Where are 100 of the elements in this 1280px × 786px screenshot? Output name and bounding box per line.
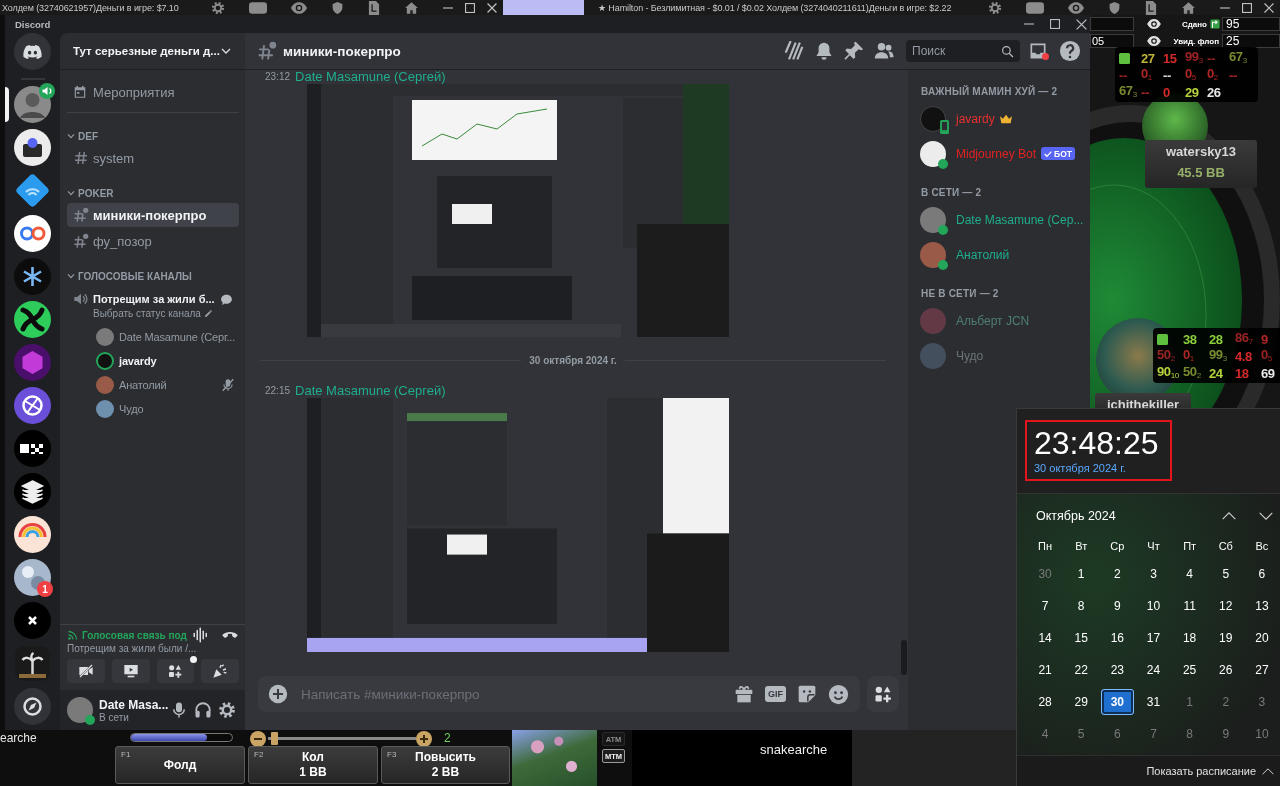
calendar-day[interactable]: 30 xyxy=(1100,689,1134,715)
voice-user-name[interactable]: Анатолий xyxy=(119,379,167,391)
chevron-up-icon[interactable] xyxy=(1222,512,1236,520)
slider-thumb[interactable] xyxy=(270,732,278,745)
server-icon[interactable] xyxy=(14,430,51,467)
calendar-day[interactable]: 5 xyxy=(1209,561,1243,587)
toggle-icon[interactable] xyxy=(1026,1,1044,14)
headphones-icon[interactable] xyxy=(194,701,212,719)
chevron-down-icon[interactable] xyxy=(1259,512,1273,520)
channel-status-hint[interactable]: Выбрать статус канала xyxy=(93,307,201,319)
voice-status[interactable]: Голосовая связь под xyxy=(82,629,187,641)
voice-channel-path[interactable]: Потрещим за жили были /... xyxy=(67,642,239,656)
calendar-day[interactable]: 15 xyxy=(1064,625,1098,651)
calendar-day[interactable]: 27 xyxy=(1245,657,1279,683)
calendar-day[interactable]: 6 xyxy=(1245,561,1279,587)
calendar-day[interactable]: 10 xyxy=(1137,593,1170,619)
logo-icon[interactable] xyxy=(14,33,51,70)
plus-icon[interactable] xyxy=(416,731,432,747)
calendar-day[interactable]: 9 xyxy=(1100,593,1134,619)
home-icon[interactable] xyxy=(404,0,419,15)
soundboard-button[interactable] xyxy=(201,659,239,683)
message-input[interactable]: Написать #миники-покерпро xyxy=(301,684,715,704)
bell-icon[interactable] xyxy=(814,41,834,61)
voice-user-name[interactable]: Date Masamune (Серг... xyxy=(119,331,236,343)
toggle-icon[interactable] xyxy=(249,1,267,14)
member-name[interactable]: Анатолий xyxy=(956,247,1010,262)
calendar-day[interactable]: 29 xyxy=(1064,689,1098,715)
document-icon[interactable] xyxy=(368,0,380,15)
calendar-day[interactable]: 8 xyxy=(1173,721,1207,747)
calendar-day[interactable]: 11 xyxy=(1173,593,1207,619)
eye-icon[interactable] xyxy=(1147,36,1161,46)
calendar-day[interactable]: 13 xyxy=(1245,593,1279,619)
calendar-day[interactable]: 22 xyxy=(1064,657,1098,683)
server-icon[interactable] xyxy=(14,645,51,682)
calendar-day[interactable]: 8 xyxy=(1064,593,1098,619)
calendar-day[interactable]: 3 xyxy=(1137,561,1170,587)
pencil-icon[interactable] xyxy=(203,308,213,318)
member-name[interactable]: Date Masamune (Сер... xyxy=(956,212,1084,227)
calendar-day[interactable]: 10 xyxy=(1245,721,1279,747)
calendar-day[interactable]: 2 xyxy=(1209,689,1243,715)
inbox-icon[interactable] xyxy=(1028,41,1048,61)
category-header[interactable]: DEF xyxy=(67,128,239,144)
maximize-icon[interactable] xyxy=(1050,19,1060,29)
calendar-day[interactable]: 25 xyxy=(1173,657,1207,683)
composer-bar[interactable]: Написать #миники-покерпро GIF xyxy=(258,676,860,712)
calendar-day[interactable]: 21 xyxy=(1028,657,1062,683)
action-button[interactable]: F3 Повысить 2 BB xyxy=(381,746,510,784)
camera-button[interactable] xyxy=(67,659,105,683)
clock-date[interactable]: 30 октября 2024 г. xyxy=(1034,461,1170,475)
emoji-icon[interactable] xyxy=(828,683,849,705)
close-icon[interactable] xyxy=(1076,18,1087,30)
calendar-day[interactable]: 3 xyxy=(1245,689,1279,715)
minus-icon[interactable] xyxy=(250,731,266,747)
chat-bubble-icon[interactable] xyxy=(220,292,233,306)
channel-item[interactable]: миники-покерпро xyxy=(67,203,239,227)
user-avatar[interactable] xyxy=(67,697,93,723)
category-header[interactable]: POKER xyxy=(67,185,239,201)
action-button[interactable]: F2 Кол 1 BB xyxy=(248,746,378,784)
home-icon[interactable] xyxy=(1181,0,1196,15)
calendar-day[interactable]: 9 xyxy=(1209,721,1243,747)
calendar-day[interactable]: 1 xyxy=(1173,689,1207,715)
members-icon[interactable] xyxy=(874,41,894,61)
gif-button[interactable]: GIF xyxy=(765,686,786,702)
chevron-up-icon[interactable] xyxy=(1262,767,1274,775)
calendar-day[interactable]: 26 xyxy=(1209,657,1243,683)
calendar-day[interactable]: 28 xyxy=(1028,689,1062,715)
server-icon[interactable] xyxy=(14,473,51,510)
channel-item[interactable]: фу_позор xyxy=(67,229,239,253)
shield-icon[interactable] xyxy=(1108,0,1121,15)
shield-icon[interactable] xyxy=(331,0,344,15)
help-icon[interactable] xyxy=(1059,40,1081,62)
close-icon[interactable] xyxy=(487,2,497,13)
calendar-day[interactable]: 6 xyxy=(1100,721,1134,747)
maximize-icon[interactable] xyxy=(465,2,475,13)
calendar-day[interactable]: 5 xyxy=(1064,721,1098,747)
sticker-icon[interactable] xyxy=(797,684,817,704)
gear-icon[interactable] xyxy=(211,0,225,15)
message-author[interactable]: Date Masamune (Сергей) xyxy=(295,382,446,398)
server-icon[interactable] xyxy=(14,129,51,166)
scrollbar-thumb[interactable] xyxy=(901,640,907,675)
show-schedule-link[interactable]: Показать расписание xyxy=(1146,765,1256,777)
calendar-day[interactable]: 31 xyxy=(1137,689,1170,715)
message-author[interactable]: Date Masamune (Сергей) xyxy=(295,70,446,84)
compass-icon[interactable] xyxy=(14,688,51,725)
calendar-day[interactable]: 14 xyxy=(1028,625,1062,651)
calendar-day[interactable]: 2 xyxy=(1100,561,1134,587)
search-field[interactable]: Поиск xyxy=(906,40,1020,62)
voice-user-name[interactable]: javardy xyxy=(119,355,157,367)
eye-icon[interactable] xyxy=(1147,19,1161,29)
server-icon[interactable] xyxy=(14,301,51,338)
pin-icon[interactable] xyxy=(844,41,864,61)
voice-channel-name[interactable]: Потрещим за жили б... xyxy=(93,293,215,305)
calendar-day[interactable]: 20 xyxy=(1245,625,1279,651)
screen-share-button[interactable] xyxy=(111,659,150,683)
calendar-day[interactable]: 16 xyxy=(1100,625,1134,651)
calendar-day[interactable]: 18 xyxy=(1173,625,1207,651)
document-icon[interactable] xyxy=(1145,0,1157,15)
threads-icon[interactable] xyxy=(784,41,804,61)
calendar-day[interactable]: 7 xyxy=(1137,721,1170,747)
voice-user-name[interactable]: Чудо xyxy=(119,403,144,415)
